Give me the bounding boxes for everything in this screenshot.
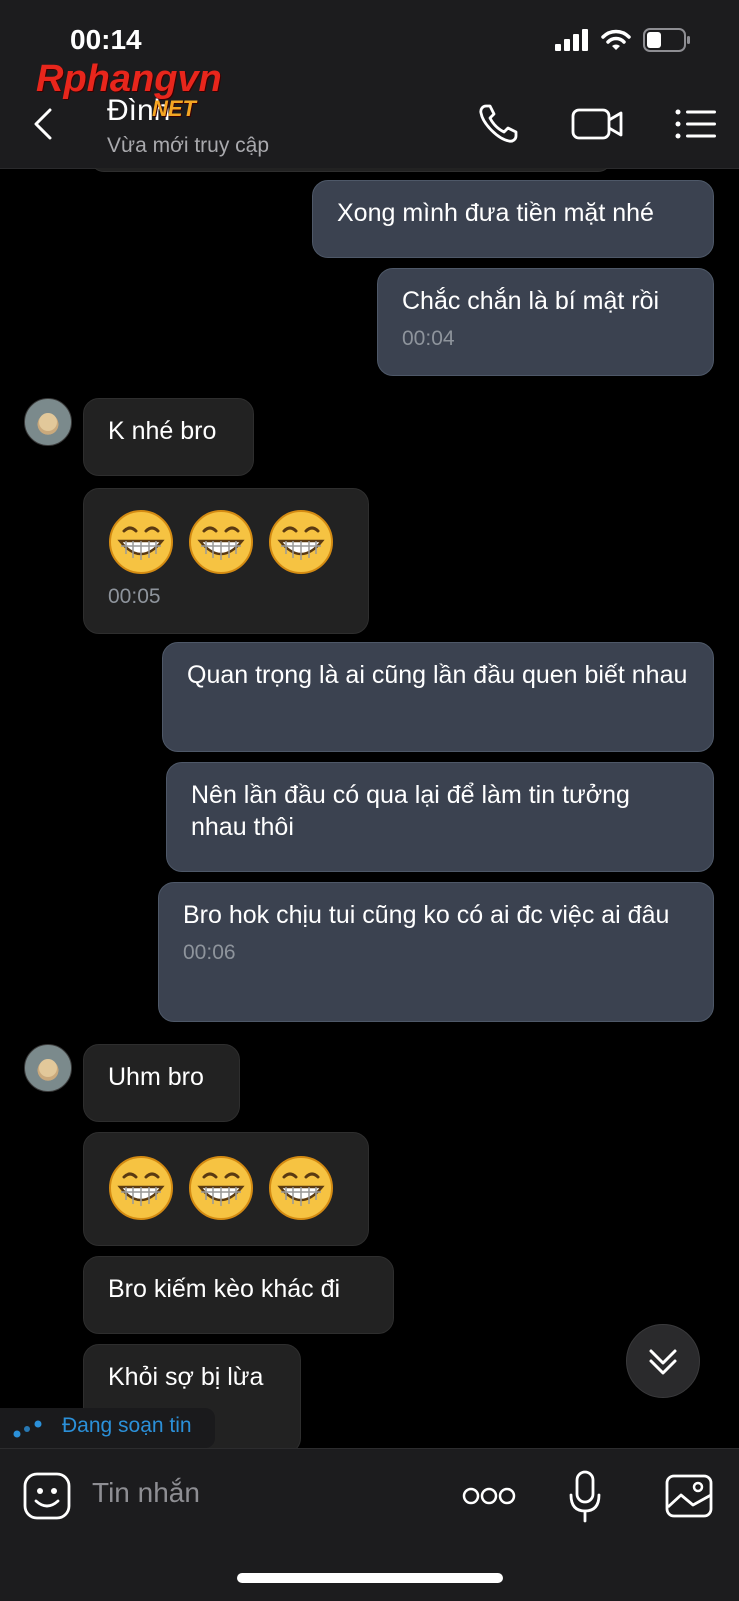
sticker-smile-icon[interactable]: [22, 1471, 72, 1521]
signal-icon: [555, 29, 588, 51]
message-text: Quan trọng là ai cũng lần đầu quen biết …: [187, 661, 688, 689]
phone-call-icon[interactable]: [474, 100, 522, 148]
battery-icon: [643, 28, 690, 52]
contact-avatar[interactable]: [24, 398, 72, 446]
message-bubble-incoming[interactable]: Bro kiếm kèo khác đi: [83, 1256, 394, 1334]
watermark-brand: Rphangvn: [36, 58, 222, 100]
message-bubble-outgoing[interactable]: Quan trọng là ai cũng lần đầu quen biết …: [162, 642, 714, 752]
message-bubble-outgoing[interactable]: Chắc chắn là bí mật rồi 00:04: [377, 268, 714, 376]
video-call-icon[interactable]: [570, 100, 624, 148]
message-bubble-incoming[interactable]: K nhé bro: [83, 398, 254, 476]
message-time: 00:05: [108, 585, 161, 608]
message-text: Bro kiếm kèo khác đi: [108, 1275, 341, 1303]
typing-dots-icon: [13, 1420, 42, 1438]
grin-emoji-icon: [269, 1156, 333, 1220]
watermark-logo: Rphangvn NET: [36, 58, 222, 121]
emoji-message-bubble[interactable]: [83, 1132, 369, 1246]
home-indicator[interactable]: [237, 1573, 503, 1583]
status-time: 00:14: [70, 24, 142, 55]
message-input[interactable]: Tin nhắn: [92, 1477, 200, 1509]
typing-text: Đang soạn tin: [62, 1414, 192, 1437]
message-bubble-outgoing[interactable]: Nên lần đầu có qua lại để làm tin tưởng …: [166, 762, 714, 872]
message-text: K nhé bro: [108, 417, 217, 445]
message-text: Nên lần đầu có qua lại để làm tin tưởng …: [191, 781, 630, 841]
message-time: 00:04: [402, 327, 455, 350]
scroll-to-bottom-button[interactable]: [626, 1324, 700, 1398]
grin-emoji-icon: [109, 510, 173, 574]
more-options-icon[interactable]: [462, 1485, 516, 1507]
grin-emoji-icon: [189, 1156, 253, 1220]
contact-avatar[interactable]: [24, 1044, 72, 1092]
microphone-icon[interactable]: [566, 1469, 604, 1525]
message-text: Chắc chắn là bí mật rồi: [402, 287, 660, 315]
double-chevron-down-icon: [649, 1349, 677, 1375]
grin-emoji-icon: [189, 510, 253, 574]
menu-list-icon[interactable]: [672, 100, 720, 148]
grin-emoji-icon: [109, 1156, 173, 1220]
grin-emoji-icon: [269, 510, 333, 574]
message-bubble-outgoing[interactable]: Bro hok chịu tui cũng ko có ai đc việc a…: [158, 882, 714, 1022]
back-arrow-icon[interactable]: [26, 106, 62, 142]
message-bubble-outgoing[interactable]: Xong mình đưa tiền mặt nhé: [312, 180, 714, 258]
wifi-icon: [601, 29, 631, 50]
image-gallery-icon[interactable]: [664, 1473, 714, 1519]
previous-bubble-edge: [90, 168, 612, 172]
contact-status: Vừa mới truy cập: [107, 134, 270, 157]
status-icons: [555, 28, 691, 52]
message-time: 00:06: [183, 941, 236, 964]
message-bubble-incoming[interactable]: Uhm bro: [83, 1044, 240, 1122]
message-composer: Tin nhắn: [0, 1448, 739, 1601]
watermark-suffix: NET: [152, 96, 196, 121]
message-text: Bro hok chịu tui cũng ko có ai đc việc a…: [183, 901, 670, 929]
typing-indicator: Đang soạn tin: [0, 1408, 215, 1448]
message-text: Uhm bro: [108, 1063, 204, 1091]
message-text: Xong mình đưa tiền mặt nhé: [337, 199, 654, 227]
message-text: Khỏi sợ bị lừa: [108, 1363, 264, 1391]
emoji-message-bubble[interactable]: 00:05: [83, 488, 369, 634]
message-list[interactable]: Xong mình đưa tiền mặt nhé Chắc chắn là …: [0, 168, 739, 1448]
